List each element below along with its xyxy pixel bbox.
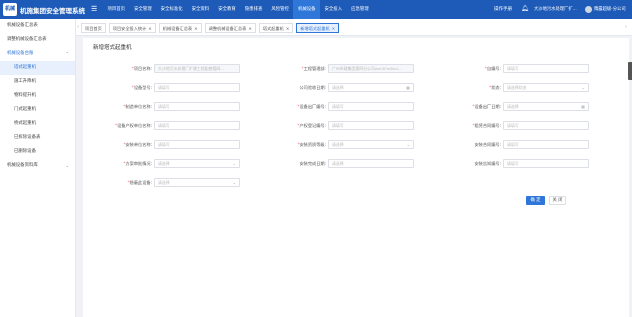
field-install-notice: 安装告知编号: 请填写 bbox=[474, 159, 589, 168]
tab-bar: ‹ 项目首页 项目安全投入统计 × 机械设备汇总表 × 调整机械设备汇总表 × 塔式起… bbox=[76, 19, 632, 36]
sidebar-item-dismantled[interactable]: 已拆除设备表 bbox=[0, 131, 75, 145]
close-button[interactable]: 关 闭 bbox=[549, 196, 566, 205]
bell-icon[interactable]: 🔔︎ bbox=[521, 5, 529, 12]
owner-name-input[interactable]: 请填写 bbox=[154, 121, 240, 130]
install-unit-input[interactable]: 请填写 bbox=[154, 140, 240, 149]
nav-item-investment[interactable]: 安全投入 bbox=[320, 0, 347, 19]
install-done-date-input[interactable]: 请选择 bbox=[328, 159, 414, 168]
sidebar-item-label: 机械设备台账 bbox=[7, 51, 34, 56]
field-factory-date: *设备出厂日期: 请选择 ▦ bbox=[472, 102, 589, 111]
field-status: *状态: 请选择状态 ⌄ bbox=[489, 83, 589, 92]
field-owner-name: *设备产权单位名称: 请填写 bbox=[115, 121, 240, 130]
field-install-done-date: 安装完成日期: 请选择 bbox=[299, 159, 414, 168]
lease-contract-input[interactable]: 请填写 bbox=[503, 121, 589, 130]
field-property-reg: *产权登记编号: 请填写 bbox=[297, 121, 414, 130]
nav-item-home[interactable]: 项目首页 bbox=[103, 0, 130, 19]
status-select[interactable]: 请选择状态 ⌄ bbox=[503, 83, 589, 92]
factory-number-input[interactable]: 请填写 bbox=[328, 102, 414, 111]
field-factory-number: *设备出厂编号: 请填写 bbox=[297, 102, 414, 111]
company-entry-date-picker[interactable]: 请选择 ▦ bbox=[328, 83, 414, 92]
confirm-button[interactable]: 确 定 bbox=[526, 196, 545, 205]
sidebar-item-bridge-crane[interactable]: 桥式起重机 bbox=[0, 117, 75, 131]
tabs-scroll-left-icon[interactable]: ‹ bbox=[77, 19, 79, 36]
top-nav: 项目首页 安全管理 安全标准化 安全资料 安全教育 隐患排查 风险管控 机械设备… bbox=[103, 0, 373, 19]
sidebar-item-label: 机械设备资料库 bbox=[7, 163, 38, 168]
nav-item-education[interactable]: 安全教育 bbox=[214, 0, 241, 19]
chevron-down-icon: ⌄ bbox=[232, 180, 236, 185]
sidebar-item-material-lift[interactable]: 物料提升机 bbox=[0, 89, 75, 103]
close-icon[interactable]: × bbox=[248, 26, 252, 31]
sidebar-item-summary[interactable]: 机械设备汇总表 bbox=[0, 19, 75, 33]
field-lease-contract: *租赁合同编号: 请填写 bbox=[472, 121, 589, 130]
chevron-down-icon: ⌄ bbox=[65, 163, 69, 168]
self-number-input[interactable]: 请填写 bbox=[503, 64, 589, 73]
chevron-down-icon: ⌄ bbox=[406, 142, 410, 147]
tab-home[interactable]: 项目首页 bbox=[81, 23, 106, 33]
factory-date-picker[interactable]: 请选择 ▦ bbox=[503, 102, 589, 111]
chevron-up-icon: ⌃ bbox=[65, 51, 69, 56]
top-bar: 机械智慧 机施集团安全管理系统 ☰ 项目首页 安全管理 安全标准化 安全资料 安… bbox=[0, 0, 632, 25]
user-name[interactable]: 隋露超级-分公司 bbox=[594, 0, 626, 19]
avatar[interactable] bbox=[585, 6, 592, 13]
tab-tower-crane[interactable]: 塔式起重机 × bbox=[258, 23, 294, 33]
close-icon[interactable]: × bbox=[286, 26, 290, 31]
install-qual-select[interactable]: 请选择 ⌄ bbox=[328, 140, 414, 149]
tab-investment[interactable]: 项目安全投入统计 × bbox=[108, 23, 156, 33]
manufacturer-input[interactable]: 请填写 bbox=[154, 102, 240, 111]
device-model-input[interactable]: 请填写 bbox=[154, 83, 240, 92]
field-company-entry-date: 公司验收日期: 请选择 ▦ bbox=[299, 83, 414, 92]
nav-item-hazard[interactable]: 隐患排查 bbox=[240, 0, 267, 19]
inspection-result-select[interactable]: 请选择 ⌄ bbox=[154, 159, 240, 168]
sidebar-item-hoist[interactable]: 施工升降机 bbox=[0, 75, 75, 89]
logo: 机械智慧 bbox=[3, 3, 17, 25]
field-install-qual: *安装资质等级: 请选择 ⌄ bbox=[297, 140, 414, 149]
sidebar: 机械设备汇总表 调整机械设备汇总表 机械设备台账 ⌃ 塔式起重机 施工升降机 物料… bbox=[0, 19, 76, 317]
sidebar-item-adjusted-summary[interactable]: 调整机械设备汇总表 bbox=[0, 33, 75, 47]
close-icon[interactable]: × bbox=[332, 26, 336, 31]
field-project-name: *项目名称: 大沙地污水处理厂扩建工程配套管网... bbox=[132, 64, 240, 73]
form-card: 新增塔式起重机 *项目名称: 大沙地污水处理厂扩建工程配套管网... *工程管理… bbox=[83, 38, 629, 317]
nav-item-risk[interactable]: 风险管控 bbox=[267, 0, 294, 19]
install-notice-input[interactable]: 请填写 bbox=[503, 159, 589, 168]
chevron-down-icon: ⌄ bbox=[581, 85, 585, 90]
field-self-number: *自编号: 请填写 bbox=[485, 64, 589, 73]
nav-item-machinery[interactable]: 机械设备 bbox=[293, 0, 321, 19]
tab-new-tower-crane[interactable]: 新增塔式起重机 × bbox=[296, 23, 340, 33]
nav-item-safety-mgmt[interactable]: 安全管理 bbox=[130, 0, 157, 19]
field-inspection-result: *方案审批情况: 请选择 ⌄ bbox=[123, 159, 240, 168]
chevron-down-icon: ⌄ bbox=[232, 161, 236, 166]
install-contract-input[interactable]: 请填写 bbox=[503, 140, 589, 149]
page-title: 新增塔式起重机 bbox=[93, 45, 132, 51]
calendar-icon: ▦ bbox=[581, 104, 585, 109]
nav-item-standardization[interactable]: 安全标准化 bbox=[156, 0, 187, 19]
removed-select[interactable]: 请选择 ⌄ bbox=[154, 178, 240, 187]
property-reg-input[interactable]: 请填写 bbox=[328, 121, 414, 130]
sidebar-item-tower-crane[interactable]: 塔式起重机 bbox=[0, 61, 75, 75]
sidebar-item-gantry-crane[interactable]: 门式起重机 bbox=[0, 103, 75, 117]
sidebar-item-library[interactable]: 机械设备资料库 ⌄ bbox=[0, 159, 75, 173]
tab-adjusted-summary[interactable]: 调整机械设备汇总表 × bbox=[204, 23, 256, 33]
tab-summary[interactable]: 机械设备汇总表 × bbox=[158, 23, 202, 33]
field-device-model: *设备型号: 请填写 bbox=[132, 83, 240, 92]
app-title: 机施集团安全管理系统 bbox=[20, 7, 85, 15]
close-icon[interactable]: × bbox=[194, 26, 198, 31]
close-icon[interactable]: × bbox=[148, 26, 152, 31]
calendar-icon: ▦ bbox=[406, 85, 410, 90]
project-manager-input: 广州市政集团第四分公司wxrSFm8nd... bbox=[328, 64, 414, 73]
nav-item-emergency[interactable]: 应急管理 bbox=[347, 0, 374, 19]
sidebar-item-deleted[interactable]: 已删除设备 bbox=[0, 145, 75, 159]
nav-item-safety-docs[interactable]: 安全资料 bbox=[187, 0, 214, 19]
sidebar-item-ledger[interactable]: 机械设备台账 ⌃ bbox=[0, 47, 75, 61]
field-install-contract: 安装合同编号: 请填写 bbox=[474, 140, 589, 149]
menu-toggle-icon[interactable]: ☰ bbox=[91, 5, 97, 13]
side-drawer-handle[interactable] bbox=[628, 62, 632, 80]
field-removed: *隐蔽此设备: 请选择 ⌄ bbox=[128, 178, 240, 187]
field-install-unit: *安装单位名称: 请填写 bbox=[123, 140, 240, 149]
field-project-manager: *工程管理部: 广州市政集团第四分公司wxrSFm8nd... bbox=[302, 64, 414, 73]
project-name-input: 大沙地污水处理厂扩建工程配套管网... bbox=[154, 64, 240, 73]
org-selector[interactable]: 大沙地污水处理厂扩... bbox=[534, 0, 577, 19]
manual-link[interactable]: 操作手册 bbox=[494, 0, 512, 19]
field-manufacturer: *制造单位名称: 请填写 bbox=[123, 102, 240, 111]
tabs-scroll-right-icon[interactable]: › bbox=[625, 19, 627, 36]
